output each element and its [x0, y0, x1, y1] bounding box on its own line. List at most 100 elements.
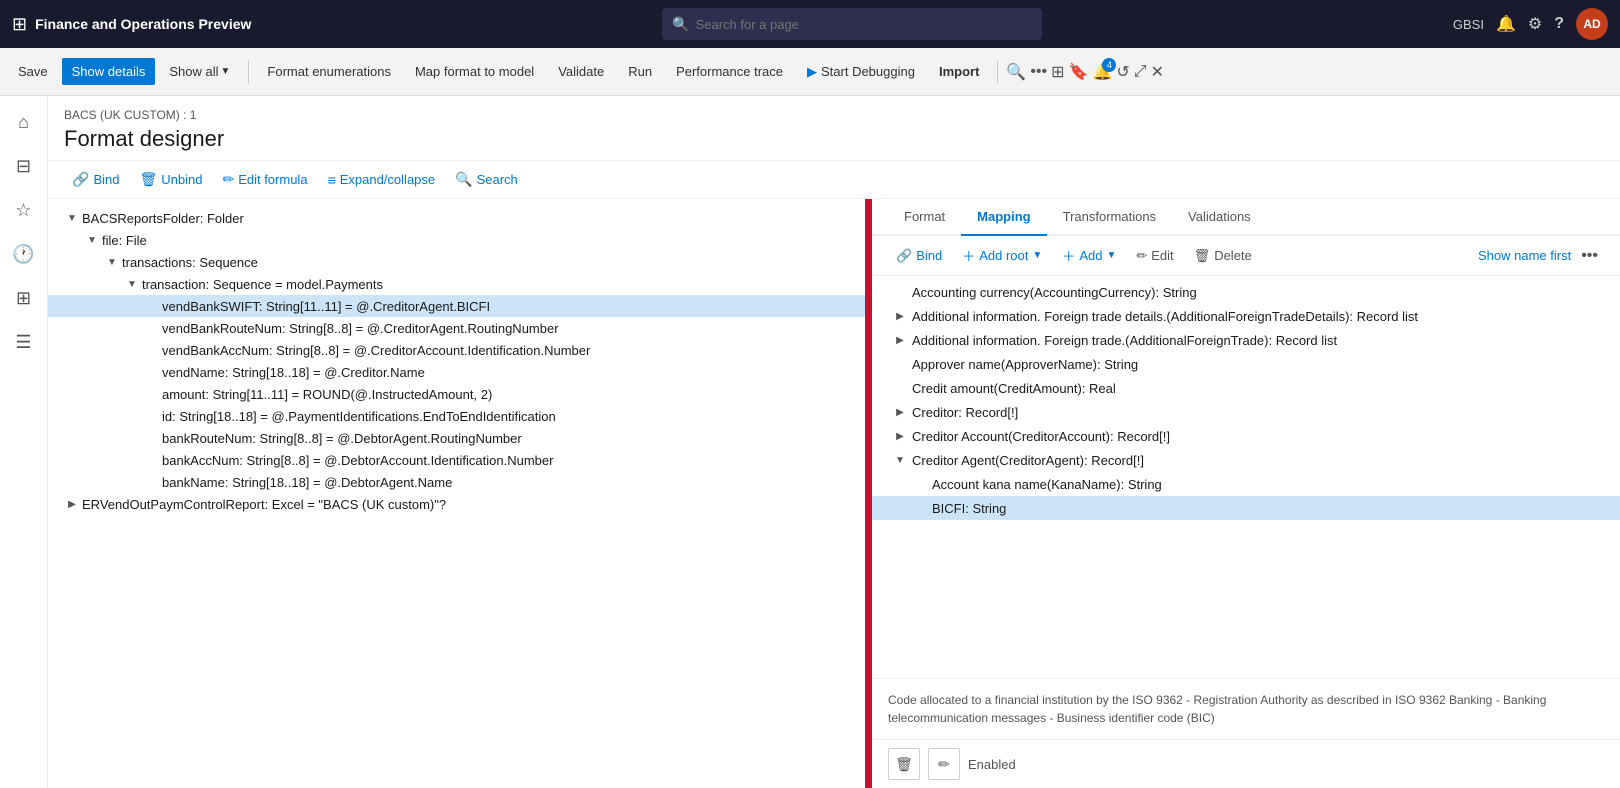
add-icon: ＋ [1062, 246, 1075, 265]
run-button[interactable]: Run [618, 58, 662, 85]
search-sub-button[interactable]: 🔍 Search [447, 167, 526, 192]
tree-toggle-icon[interactable]: ▼ [124, 276, 140, 292]
map-format-to-model-button[interactable]: Map format to model [405, 58, 544, 85]
star-icon[interactable]: ☆ [6, 192, 42, 228]
tree-item[interactable]: ▼transactions: Sequence [48, 251, 865, 273]
tree-item[interactable]: vendBankRouteNum: String[8..8] = @.Credi… [48, 317, 865, 339]
tree-item[interactable]: id: String[18..18] = @.PaymentIdentifica… [48, 405, 865, 427]
edit-map-button[interactable]: ✏ Edit [1128, 244, 1181, 268]
expand-collapse-button[interactable]: ≡ Expand/collapse [320, 168, 444, 192]
refresh-toolbar-icon[interactable]: ↺ [1116, 62, 1129, 82]
notification-count-badge: 4 [1102, 58, 1116, 72]
tree-item[interactable]: ▼transaction: Sequence = model.Payments [48, 273, 865, 295]
settings-icon[interactable]: ⚙ [1528, 14, 1542, 34]
expand-toolbar-icon[interactable]: ⤢ [1134, 63, 1147, 81]
mapping-tab-validations[interactable]: Validations [1172, 199, 1267, 236]
show-name-first-button[interactable]: Show name first [1478, 248, 1571, 263]
show-all-button[interactable]: Show all ▼ [159, 58, 240, 85]
avatar[interactable]: AD [1576, 8, 1608, 40]
add-button[interactable]: ＋ Add ▼ [1054, 242, 1124, 269]
tree-item-label: vendName: String[18..18] = @.Creditor.Na… [162, 365, 425, 380]
tree-toggle-icon [144, 298, 160, 314]
filter-icon[interactable]: ⊟ [6, 148, 42, 184]
tree-toggle-icon [144, 364, 160, 380]
performance-trace-button[interactable]: Performance trace [666, 58, 793, 85]
bind-sub-button[interactable]: 🔗 Bind [64, 167, 127, 192]
tree-item[interactable]: bankName: String[18..18] = @.DebtorAgent… [48, 471, 865, 493]
tree-toggle-icon[interactable]: ▶ [64, 496, 80, 512]
more-toolbar-icon[interactable]: ••• [1030, 63, 1047, 81]
mapping-tab-mapping[interactable]: Mapping [961, 199, 1046, 236]
map-item[interactable]: Accounting currency(AccountingCurrency):… [872, 280, 1620, 304]
tree-toggle-icon[interactable]: ▼ [64, 210, 80, 226]
top-nav-right: GBSI 🔔 ⚙ ? AD [1453, 8, 1608, 40]
map-item[interactable]: ▶Additional information. Foreign trade d… [872, 304, 1620, 328]
waffle-icon[interactable]: ⊞ [12, 14, 27, 35]
tree-item-label: id: String[18..18] = @.PaymentIdentifica… [162, 409, 556, 424]
map-item[interactable]: ▼Creditor Agent(CreditorAgent): Record[!… [872, 448, 1620, 472]
grid-toolbar-icon[interactable]: ⊞ [1051, 62, 1064, 82]
map-toggle-icon[interactable]: ▼ [892, 452, 908, 468]
map-item-label: Credit amount(CreditAmount): Real [912, 381, 1116, 396]
clock-icon[interactable]: 🕐 [6, 236, 42, 272]
close-toolbar-icon[interactable]: ✕ [1151, 62, 1164, 82]
map-bind-button[interactable]: 🔗 Bind [888, 244, 950, 268]
map-item[interactable]: Credit amount(CreditAmount): Real [872, 376, 1620, 400]
tree-item[interactable]: vendBankAccNum: String[8..8] = @.Credito… [48, 339, 865, 361]
map-item[interactable]: Account kana name(KanaName): String [872, 472, 1620, 496]
tree-item[interactable]: bankRouteNum: String[8..8] = @.DebtorAge… [48, 427, 865, 449]
map-item[interactable]: ▶Creditor Account(CreditorAccount): Reco… [872, 424, 1620, 448]
delete-map-button[interactable]: 🗑 Delete [1186, 244, 1260, 268]
validate-button[interactable]: Validate [548, 58, 614, 85]
mapping-tab-transformations[interactable]: Transformations [1047, 199, 1172, 236]
bookmark-toolbar-icon[interactable]: 🔖 [1069, 62, 1089, 82]
tree-item[interactable]: bankAccNum: String[8..8] = @.DebtorAccou… [48, 449, 865, 471]
mapping-tab-format[interactable]: Format [888, 199, 961, 236]
map-item[interactable]: Approver name(ApproverName): String [872, 352, 1620, 376]
home-icon[interactable]: ⌂ [6, 104, 42, 140]
tree-toggle-icon [144, 452, 160, 468]
tree-toggle-icon [144, 430, 160, 446]
table-icon[interactable]: ⊞ [6, 280, 42, 316]
map-toggle-icon [892, 284, 908, 300]
global-search-input[interactable] [696, 17, 1033, 32]
add-root-button[interactable]: ＋ Add root ▼ [954, 242, 1050, 269]
footer-edit-button[interactable]: ✏ [928, 748, 960, 780]
tree-item[interactable]: vendBankSWIFT: String[11..11] = @.Credit… [48, 295, 865, 317]
footer-delete-button[interactable]: 🗑 [888, 748, 920, 780]
start-debugging-button[interactable]: ▶ Start Debugging [797, 58, 925, 86]
map-bind-icon: 🔗 [896, 248, 912, 264]
list-icon[interactable]: ☰ [6, 324, 42, 360]
tree-toggle-icon[interactable]: ▼ [84, 232, 100, 248]
import-button[interactable]: Import [929, 58, 989, 85]
map-item[interactable]: ▶ Additional information. Foreign trade.(… [872, 328, 1620, 352]
unbind-sub-button[interactable]: 🗑 Unbind [131, 167, 210, 192]
tree-item-label: bankRouteNum: String[8..8] = @.DebtorAge… [162, 431, 522, 446]
tree-item-label: BACSReportsFolder: Folder [82, 211, 244, 226]
bind-icon: 🔗 [72, 171, 89, 188]
tree-item-label: ERVendOutPaymControlReport: Excel = "BAC… [82, 497, 446, 512]
map-toggle-icon[interactable]: ▶ [892, 332, 908, 348]
save-button[interactable]: Save [8, 58, 58, 85]
format-enumerations-button[interactable]: Format enumerations [257, 58, 401, 85]
tree-item[interactable]: ▼file: File [48, 229, 865, 251]
notification-icon[interactable]: 🔔 [1496, 14, 1516, 34]
tree-toggle-icon[interactable]: ▼ [104, 254, 120, 270]
search-toolbar-icon[interactable]: 🔍 [1006, 62, 1026, 82]
tree-item[interactable]: vendName: String[18..18] = @.Creditor.Na… [48, 361, 865, 383]
top-nav: ⊞ Finance and Operations Preview 🔍 GBSI … [0, 0, 1620, 48]
map-toggle-icon[interactable]: ▶ [892, 308, 908, 324]
map-toggle-icon[interactable]: ▶ [892, 404, 908, 420]
mapping-more-button[interactable]: ••• [1575, 243, 1604, 269]
map-toggle-icon[interactable]: ▶ [892, 428, 908, 444]
map-item[interactable]: ▶Creditor: Record[!] [872, 400, 1620, 424]
tree-item-label: bankAccNum: String[8..8] = @.DebtorAccou… [162, 453, 553, 468]
tree-item[interactable]: ▶ERVendOutPaymControlReport: Excel = "BA… [48, 493, 865, 515]
tree-item[interactable]: ▼BACSReportsFolder: Folder [48, 207, 865, 229]
show-details-button[interactable]: Show details [62, 58, 156, 85]
tree-item[interactable]: amount: String[11..11] = ROUND(@.Instruc… [48, 383, 865, 405]
edit-formula-button[interactable]: ✏ Edit formula [214, 167, 315, 192]
help-icon[interactable]: ? [1554, 15, 1564, 33]
map-item[interactable]: BICFI: String [872, 496, 1620, 520]
map-item-label: Additional information. Foreign trade.(A… [912, 333, 1337, 348]
